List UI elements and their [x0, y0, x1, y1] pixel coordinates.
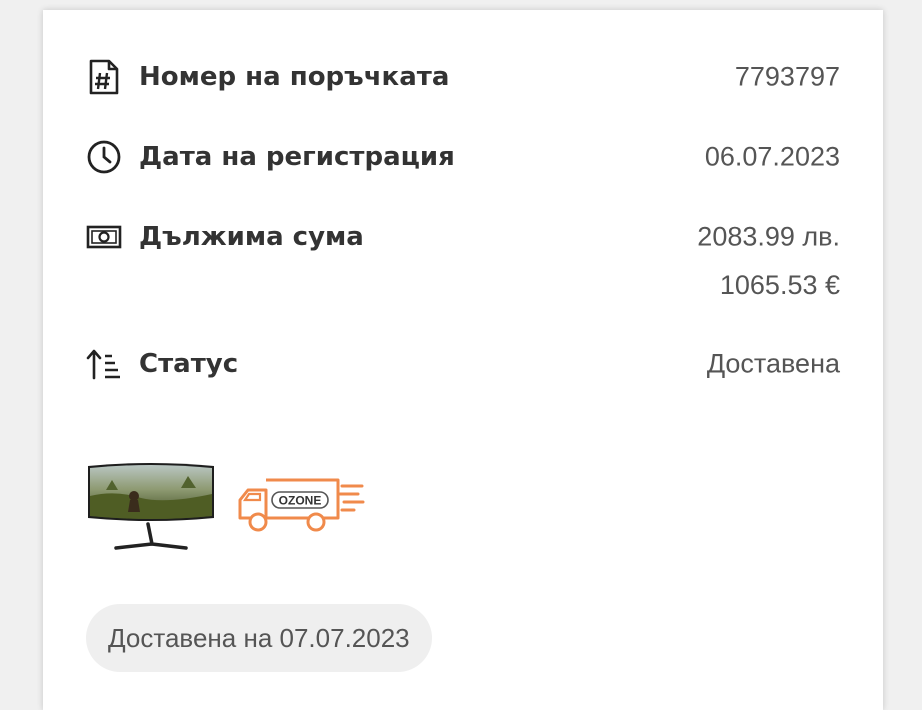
order-number-row: Номер на поръчката 7793797: [86, 57, 840, 97]
status-value: Доставена: [706, 348, 840, 379]
delivered-badge: Доставена на 07.07.2023: [86, 604, 432, 672]
delivered-badge-text: Доставена на 07.07.2023: [108, 622, 410, 653]
amount-bgn-value: 2083.99 лв.: [697, 221, 840, 252]
sort-status-icon: [86, 346, 122, 382]
amount-due-row: Дължима сума 2083.99 лв.: [86, 217, 840, 257]
status-label: Статус: [139, 349, 239, 379]
clock-icon: [86, 139, 122, 175]
amount-eur-value: 1065.53 €: [719, 270, 840, 300]
order-number-label: Номер на поръчката: [139, 62, 450, 92]
ozone-logo-text: OZONE: [279, 494, 322, 508]
order-number-value: 7793797: [734, 61, 840, 92]
ozone-truck-thumbnail[interactable]: OZONE: [236, 440, 366, 570]
registration-date-value: 06.07.2023: [704, 141, 840, 172]
registration-date-row: Дата на регистрация 06.07.2023: [86, 137, 840, 177]
receipt-number-icon: [86, 59, 122, 95]
status-row: Статус Доставена: [86, 344, 840, 384]
registration-date-label: Дата на регистрация: [139, 142, 455, 172]
cash-icon: [86, 219, 122, 255]
order-card: Номер на поръчката 7793797 Дата на регис…: [43, 10, 883, 710]
monitor-thumbnail[interactable]: [86, 440, 216, 570]
amount-due-label: Дължима сума: [139, 222, 364, 252]
